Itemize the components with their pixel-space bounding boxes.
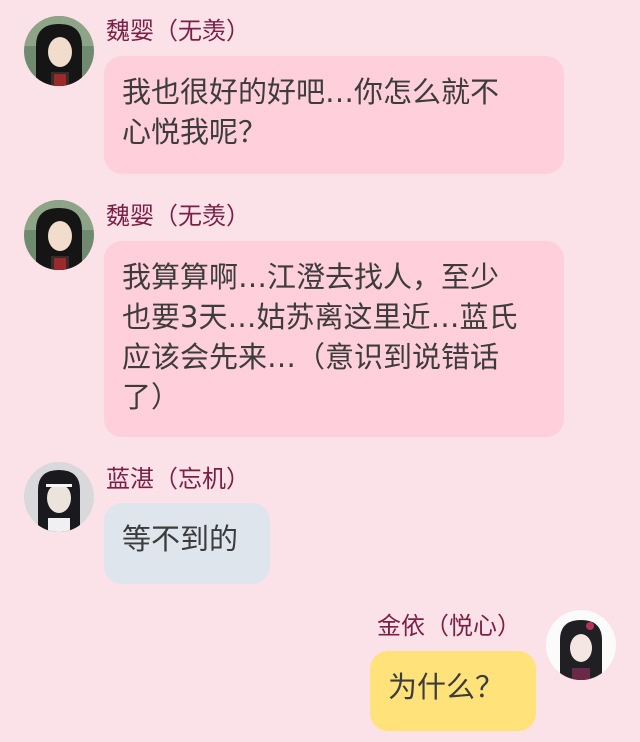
- message-bubble: 我算算啊…江澄去找人，至少 也要3天…姑苏离这里近…蓝氏 应该会先来…（意识到说…: [104, 241, 564, 437]
- message-line: 也要3天…姑苏离这里近…蓝氏: [122, 300, 518, 334]
- message-bubble: 为什么？: [370, 651, 536, 731]
- message-line: 应该会先来…（意识到说错话: [122, 340, 500, 374]
- jin-yi-avatar-icon[interactable]: [546, 610, 616, 680]
- message-line: 心悦我呢？: [122, 115, 268, 149]
- message-bubble: 我也很好的好吧…你怎么就不 心悦我呢？: [104, 56, 564, 174]
- message-line: 我也很好的好吧…你怎么就不: [122, 75, 500, 109]
- wei-ying-avatar-icon[interactable]: [24, 16, 94, 86]
- message-line: 等不到的: [122, 522, 239, 556]
- message-line: 为什么？: [388, 670, 505, 704]
- message-line: 了）: [122, 380, 181, 414]
- wei-ying-avatar-icon[interactable]: [24, 200, 94, 270]
- lan-zhan-avatar-icon[interactable]: [24, 462, 94, 532]
- sender-name: 蓝湛（忘机）: [106, 465, 250, 493]
- sender-name: 魏婴（无羡）: [106, 17, 250, 45]
- sender-name: 金依（悦心）: [377, 612, 521, 640]
- message-line: 我算算啊…江澄去找人，至少: [122, 260, 500, 294]
- message-bubble: 等不到的: [104, 503, 270, 584]
- sender-name: 魏婴（无羡）: [106, 202, 250, 230]
